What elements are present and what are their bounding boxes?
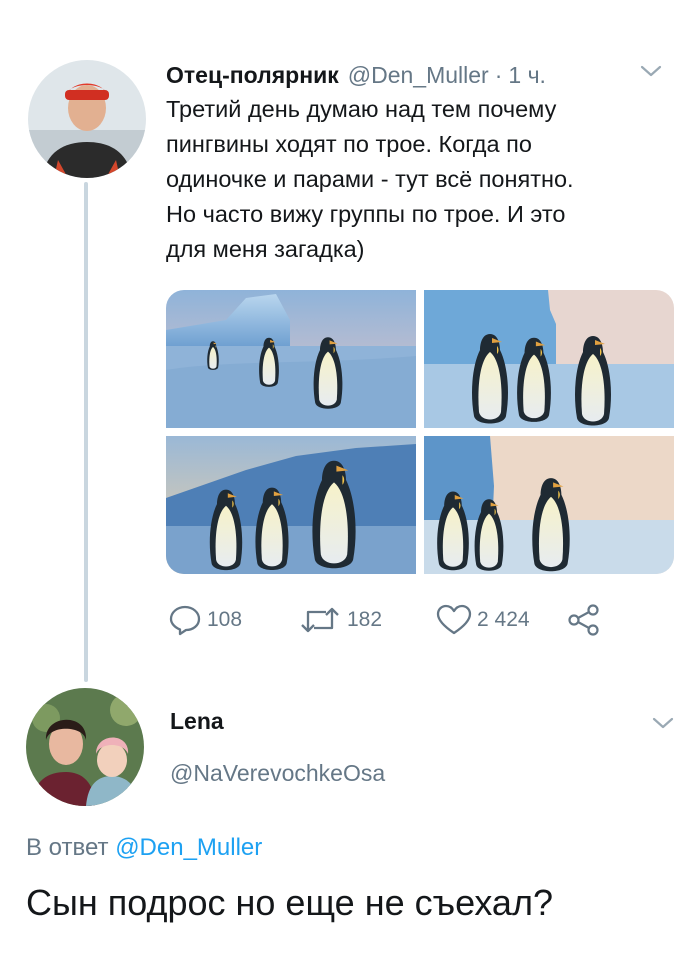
tweet-photo-2[interactable] (424, 290, 674, 428)
tweet-media-grid (166, 290, 674, 574)
tweet-text-line: Но часто вижу группы по трое. И это (166, 201, 566, 227)
share-icon (568, 604, 599, 636)
tweet-timestamp[interactable]: 1 ч. (508, 62, 546, 89)
reply-count: 108 (207, 608, 243, 631)
speech-bubble-icon (169, 605, 201, 636)
reply-action[interactable]: 108 (168, 600, 242, 640)
tweet-photo-3[interactable] (166, 436, 416, 574)
author-avatar[interactable] (28, 60, 146, 178)
in-reply-prefix: В ответ (26, 834, 109, 861)
tweet-text-line: для меня загадка) (166, 236, 365, 262)
tweet-text: Третий день думаю над тем почему пингвин… (166, 92, 671, 267)
retweet-count: 182 (347, 608, 383, 631)
tweet-text-line: Третий день думаю над тем почему (166, 96, 557, 122)
in-reply-mention[interactable]: @Den_Muller (115, 834, 262, 861)
retweet-action[interactable]: 182 (298, 600, 382, 640)
reply-author-avatar-image (26, 688, 144, 806)
share-action[interactable] (566, 600, 602, 640)
author-name[interactable]: Отец-полярник (166, 62, 339, 89)
like-count: 2 424 (477, 608, 530, 631)
tweet-header: Отец-полярник @Den_Muller · 1 ч. (166, 58, 676, 92)
tweet-text-line: пингвины ходят по трое. Когда по (166, 131, 532, 157)
reply-author-handle[interactable]: @NaVerevochkeOsa (170, 760, 385, 787)
reply-menu-chevron-down-icon[interactable] (652, 716, 674, 730)
tweet-actions-bar: 108 182 2 424 (168, 600, 628, 640)
tweet-photo-1[interactable] (166, 290, 416, 428)
author-avatar-image (28, 60, 146, 178)
like-action[interactable]: 2 424 (436, 600, 530, 640)
reply-author-avatar[interactable] (26, 688, 144, 806)
tweet-menu-chevron-down-icon[interactable] (640, 64, 662, 78)
tweet-photo-4[interactable] (424, 436, 674, 574)
header-separator: · (494, 61, 503, 88)
author-handle[interactable]: @Den_Muller (348, 62, 489, 89)
in-reply-to: В ответ @Den_Muller (26, 834, 262, 862)
tweet-text-line: одиночке и парами - тут всё понятно. (166, 166, 574, 192)
reply-author-name[interactable]: Lena (170, 708, 224, 735)
reply-text: Сын подрос но еще не съехал? (26, 882, 553, 923)
retweet-icon (301, 607, 339, 633)
thread-connector-line (84, 182, 88, 682)
heart-icon (436, 604, 472, 635)
